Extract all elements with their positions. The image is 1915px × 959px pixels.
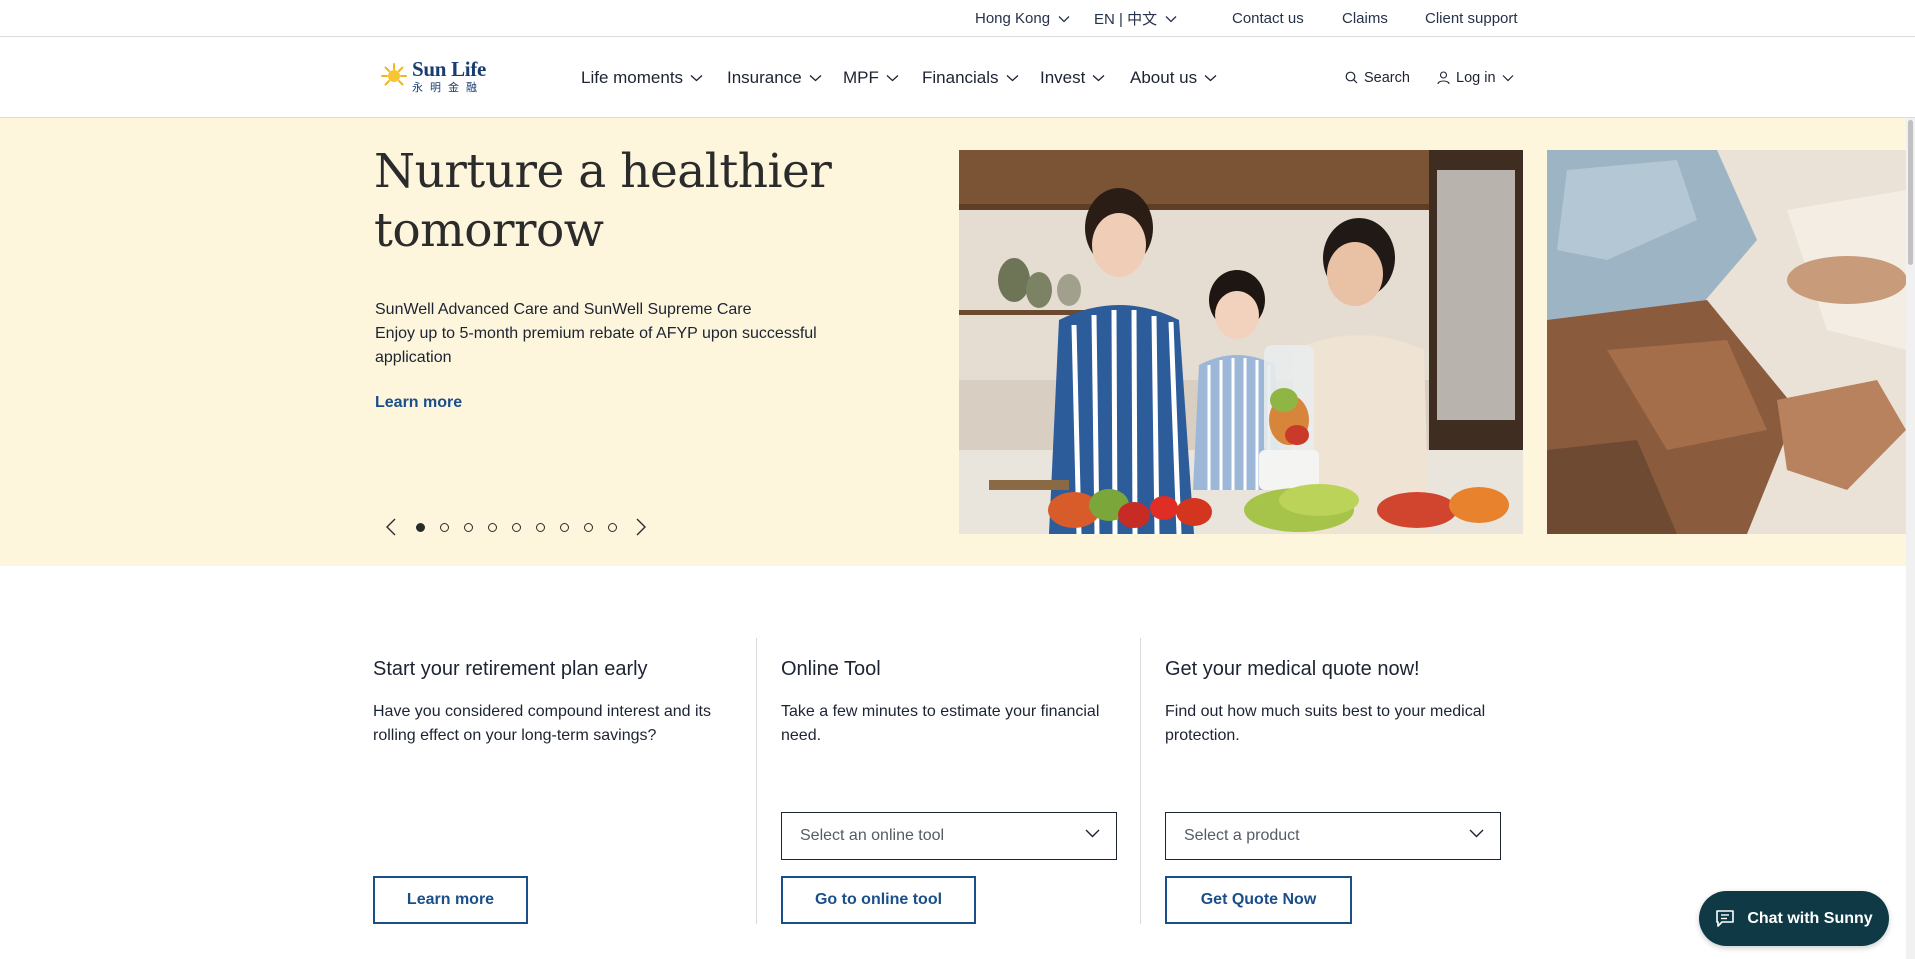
carousel-dots: [408, 522, 624, 532]
go-to-online-tool-button[interactable]: Go to online tool: [781, 876, 976, 924]
carousel-next-button[interactable]: [632, 515, 650, 539]
nav-label: Life moments: [581, 67, 684, 87]
region-label: Hong Kong: [975, 10, 1051, 27]
carousel-dot[interactable]: [584, 522, 593, 532]
search-button[interactable]: Search: [1345, 37, 1410, 118]
hero-learn-more-link[interactable]: Learn more: [375, 394, 462, 412]
language-label: EN | 中文: [1094, 11, 1158, 28]
nav-mpf[interactable]: MPF: [843, 37, 899, 118]
chevron-down-icon: [1502, 74, 1514, 82]
carousel-dot[interactable]: [560, 522, 569, 532]
hero-subtitle-line: SunWell Advanced Care and SunWell Suprem…: [375, 301, 752, 318]
logo-text-zh: 永明金融: [412, 81, 484, 94]
carousel-controls: [382, 515, 650, 539]
client-support-link[interactable]: Client support: [1425, 0, 1518, 37]
select-placeholder: Select a product: [1184, 827, 1300, 844]
carousel-dot[interactable]: [608, 522, 617, 532]
nav-insurance[interactable]: Insurance: [727, 37, 822, 118]
select-placeholder: Select an online tool: [800, 827, 945, 844]
chat-with-sunny-button[interactable]: Chat with Sunny: [1699, 891, 1889, 946]
nav-label: Insurance: [727, 67, 802, 87]
carousel-prev-button[interactable]: [382, 515, 400, 539]
chevron-down-icon: [1085, 829, 1100, 838]
login-label: Log in: [1456, 69, 1496, 86]
chevron-down-icon: [690, 74, 703, 82]
search-label: Search: [1364, 69, 1410, 86]
sun-logo-icon: [380, 62, 408, 90]
login-button[interactable]: Log in: [1437, 37, 1514, 118]
chevron-down-icon: [1092, 74, 1105, 82]
card-description: Have you considered compound interest an…: [373, 703, 711, 744]
next-slide-photo: [1547, 150, 1906, 534]
medical-quote-card: Get your medical quote now! Find out how…: [1140, 638, 1523, 924]
hero-slide-image[interactable]: [959, 150, 1523, 534]
language-selector[interactable]: EN | 中文: [1094, 0, 1177, 37]
product-select[interactable]: Select a product: [1165, 812, 1501, 860]
hero-title-line: tomorrow: [374, 203, 604, 258]
sun-life-logo[interactable]: Sun Life 永明金融: [380, 56, 492, 96]
scrollbar-thumb[interactable]: [1908, 120, 1913, 265]
nav-life-moments[interactable]: Life moments: [581, 37, 703, 118]
nav-label: MPF: [843, 67, 879, 87]
region-selector[interactable]: Hong Kong: [975, 0, 1070, 37]
get-quote-now-button[interactable]: Get Quote Now: [1165, 876, 1352, 924]
chevron-down-icon: [809, 74, 822, 82]
chat-label: Chat with Sunny: [1747, 909, 1873, 927]
carousel-dot[interactable]: [464, 522, 473, 532]
nav-label: Financials: [922, 67, 999, 87]
chevron-right-icon: [636, 518, 646, 536]
online-tool-select[interactable]: Select an online tool: [781, 812, 1117, 860]
card-title: Start your retirement plan early: [373, 658, 648, 680]
logo-text-en: Sun Life: [412, 57, 487, 81]
main-navigation: Sun Life 永明金融 Life moments Insurance MPF…: [0, 37, 1915, 118]
carousel-dot[interactable]: [536, 522, 545, 532]
chevron-down-icon: [1165, 15, 1177, 23]
search-icon: [1345, 71, 1358, 84]
card-description: Find out how much suits best to your med…: [1165, 703, 1486, 744]
nav-financials[interactable]: Financials: [922, 37, 1019, 118]
nav-invest[interactable]: Invest: [1040, 37, 1105, 118]
utility-bar: Hong Kong EN | 中文 Contact us Claims Clie…: [0, 0, 1915, 37]
chat-bubble-icon: [1715, 909, 1735, 928]
card-title: Get your medical quote now!: [1165, 658, 1420, 680]
chevron-down-icon: [1006, 74, 1019, 82]
hero-title-line: Nurture a healthier: [374, 144, 832, 199]
chevron-down-icon: [1469, 829, 1484, 838]
contact-us-link[interactable]: Contact us: [1232, 0, 1304, 37]
retirement-card: Start your retirement plan early Have yo…: [373, 638, 756, 924]
hero-subtitle: SunWell Advanced Care and SunWell Suprem…: [375, 298, 845, 370]
hero-subtitle-line: Enjoy up to 5-month premium rebate of AF…: [375, 325, 817, 366]
hero-next-slide-image[interactable]: [1547, 150, 1906, 534]
carousel-dot[interactable]: [440, 522, 449, 532]
card-description: Take a few minutes to estimate your fina…: [781, 703, 1100, 744]
chevron-down-icon: [1058, 15, 1070, 23]
online-tool-card: Online Tool Take a few minutes to estima…: [756, 638, 1140, 924]
nav-about-us[interactable]: About us: [1130, 37, 1217, 118]
chevron-down-icon: [1204, 74, 1217, 82]
hero-title: Nurture a healthier tomorrow: [374, 142, 894, 260]
carousel-dot[interactable]: [488, 522, 497, 532]
carousel-dot[interactable]: [416, 522, 425, 532]
nav-label: About us: [1130, 67, 1198, 87]
user-icon: [1437, 70, 1450, 85]
claims-link[interactable]: Claims: [1342, 0, 1388, 37]
chevron-left-icon: [386, 518, 396, 536]
family-kitchen-photo: [959, 150, 1523, 534]
hero-carousel: Nurture a healthier tomorrow SunWell Adv…: [0, 118, 1906, 566]
chevron-down-icon: [886, 74, 899, 82]
carousel-dot[interactable]: [512, 522, 521, 532]
retirement-learn-more-button[interactable]: Learn more: [373, 876, 528, 924]
card-title: Online Tool: [781, 658, 881, 680]
nav-label: Invest: [1040, 67, 1086, 87]
